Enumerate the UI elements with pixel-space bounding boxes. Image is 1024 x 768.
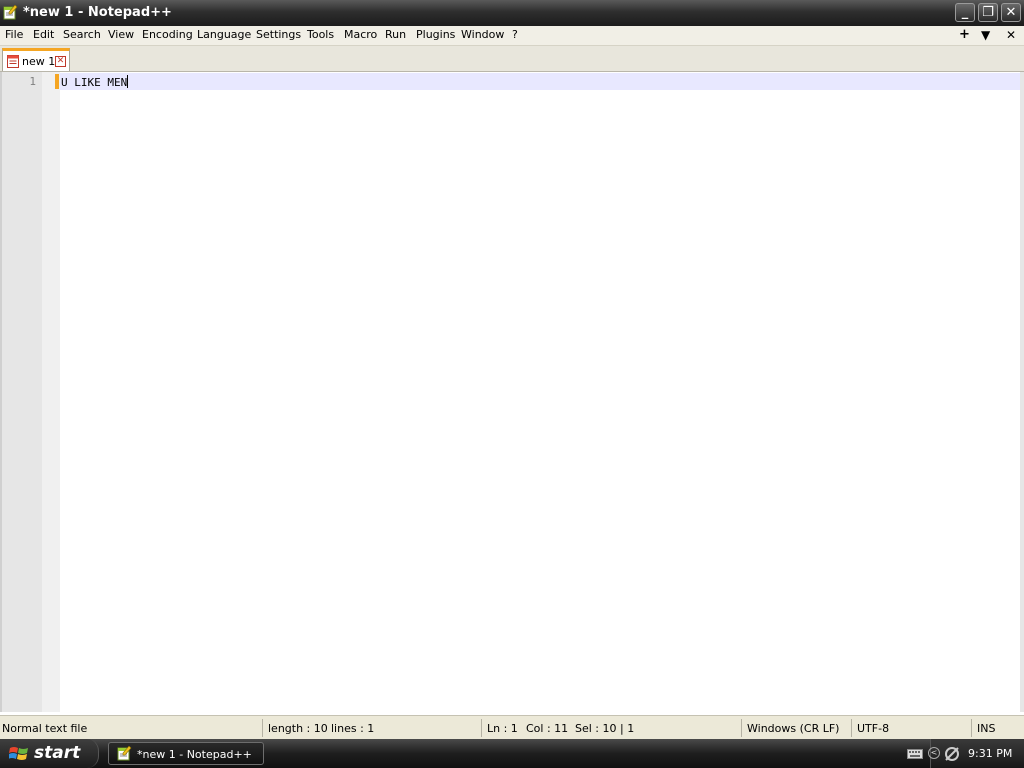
tab-close-icon[interactable]: ✕ (55, 56, 66, 67)
window-title: *new 1 - Notepad++ (23, 5, 172, 20)
notepadpp-taskbar-icon (117, 746, 132, 761)
notepadpp-app-icon (3, 5, 18, 20)
status-lines: lines : 1 (331, 722, 375, 735)
start-label: start (34, 743, 81, 763)
tab-bar: new 1 ✕ (0, 46, 1024, 72)
status-length: length : 10 (268, 722, 328, 735)
new-tab-plus-icon[interactable]: + (959, 27, 970, 42)
editor-area[interactable]: 1 U LIKE MEN (0, 72, 1024, 712)
line-text: U LIKE MEN (61, 76, 128, 89)
menu-bar: File Edit Search View Encoding Language … (0, 26, 1024, 46)
status-separator (262, 719, 263, 737)
text-caret (127, 75, 129, 88)
status-eol[interactable]: Windows (CR LF) (747, 722, 839, 735)
text-line[interactable]: U LIKE MEN (61, 75, 129, 89)
menu-run[interactable]: Run (385, 28, 406, 41)
taskbar-item-notepadpp[interactable]: *new 1 - Notepad++ (108, 742, 264, 765)
menu-settings[interactable]: Settings (256, 28, 301, 41)
close-button[interactable]: ✕ (1001, 3, 1021, 22)
status-separator (481, 719, 482, 737)
menu-tools[interactable]: Tools (307, 28, 334, 41)
tab-list-dropdown-icon[interactable]: ▼ (981, 28, 990, 42)
status-insert-mode[interactable]: INS (977, 722, 995, 735)
vertical-edge (1020, 72, 1024, 712)
line-number: 1 (29, 75, 36, 88)
system-tray: < 9:31 PM (907, 739, 1024, 768)
title-bar[interactable]: *new 1 - Notepad++ _ ❐ ✕ (0, 0, 1024, 26)
taskbar: start *new 1 - Notepad++ < 9:31 PM (0, 739, 1024, 768)
minimize-button[interactable]: _ (955, 3, 975, 22)
windows-logo-icon (9, 747, 28, 760)
fold-margin[interactable] (42, 72, 60, 712)
status-separator (851, 719, 852, 737)
keyboard-icon[interactable] (907, 747, 923, 759)
menu-view[interactable]: View (108, 28, 134, 41)
tab-new-1[interactable]: new 1 ✕ (2, 48, 70, 71)
line-number-gutter: 1 (0, 72, 42, 712)
start-button[interactable]: start (0, 739, 99, 768)
status-bar: Normal text file length : 10 lines : 1 L… (0, 715, 1024, 740)
status-file-type: Normal text file (2, 722, 88, 735)
menu-window[interactable]: Window (461, 28, 504, 41)
show-hidden-icons-icon[interactable]: < (928, 747, 940, 759)
status-separator (971, 719, 972, 737)
taskbar-item-label: *new 1 - Notepad++ (137, 748, 252, 761)
menu-macro[interactable]: Macro (344, 28, 377, 41)
menu-encoding[interactable]: Encoding (142, 28, 193, 41)
status-separator (741, 719, 742, 737)
menu-file[interactable]: File (5, 28, 23, 41)
menu-edit[interactable]: Edit (33, 28, 54, 41)
menu-search[interactable]: Search (63, 28, 101, 41)
status-col: Col : 11 (526, 722, 569, 735)
close-document-icon[interactable]: ✕ (1006, 28, 1016, 42)
status-encoding[interactable]: UTF-8 (857, 722, 889, 735)
tab-label: new 1 (22, 55, 56, 68)
menu-language[interactable]: Language (197, 28, 251, 41)
modified-document-icon (7, 55, 19, 68)
current-line-highlight (60, 73, 1020, 90)
status-sel: Sel : 10 | 1 (575, 722, 635, 735)
status-ln: Ln : 1 (487, 722, 518, 735)
menu-plugins[interactable]: Plugins (416, 28, 455, 41)
taskbar-clock[interactable]: 9:31 PM (968, 747, 1012, 760)
restore-button[interactable]: ❐ (978, 3, 998, 22)
menu-help[interactable]: ? (512, 28, 518, 41)
change-history-marker (55, 74, 59, 89)
network-icon[interactable] (943, 746, 961, 762)
